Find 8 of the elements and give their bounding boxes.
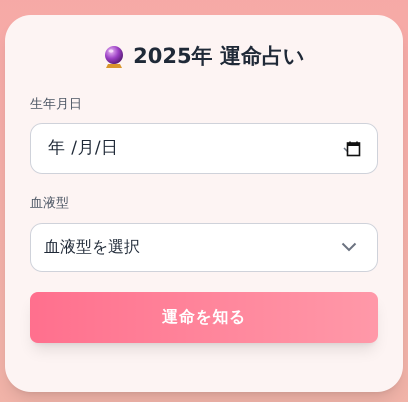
chevron-down-icon: [341, 242, 357, 252]
date-field[interactable]: 年 /月/日: [30, 123, 378, 174]
calendar-icon[interactable]: [343, 140, 361, 156]
field-label: 血液型: [30, 195, 70, 213]
crystal-ball-icon: [103, 44, 126, 69]
page-title: 2025年 運命占い: [133, 43, 305, 70]
blood-type-select[interactable]: 血液型を選択: [30, 222, 378, 272]
field-label: 生年月日: [30, 96, 83, 114]
